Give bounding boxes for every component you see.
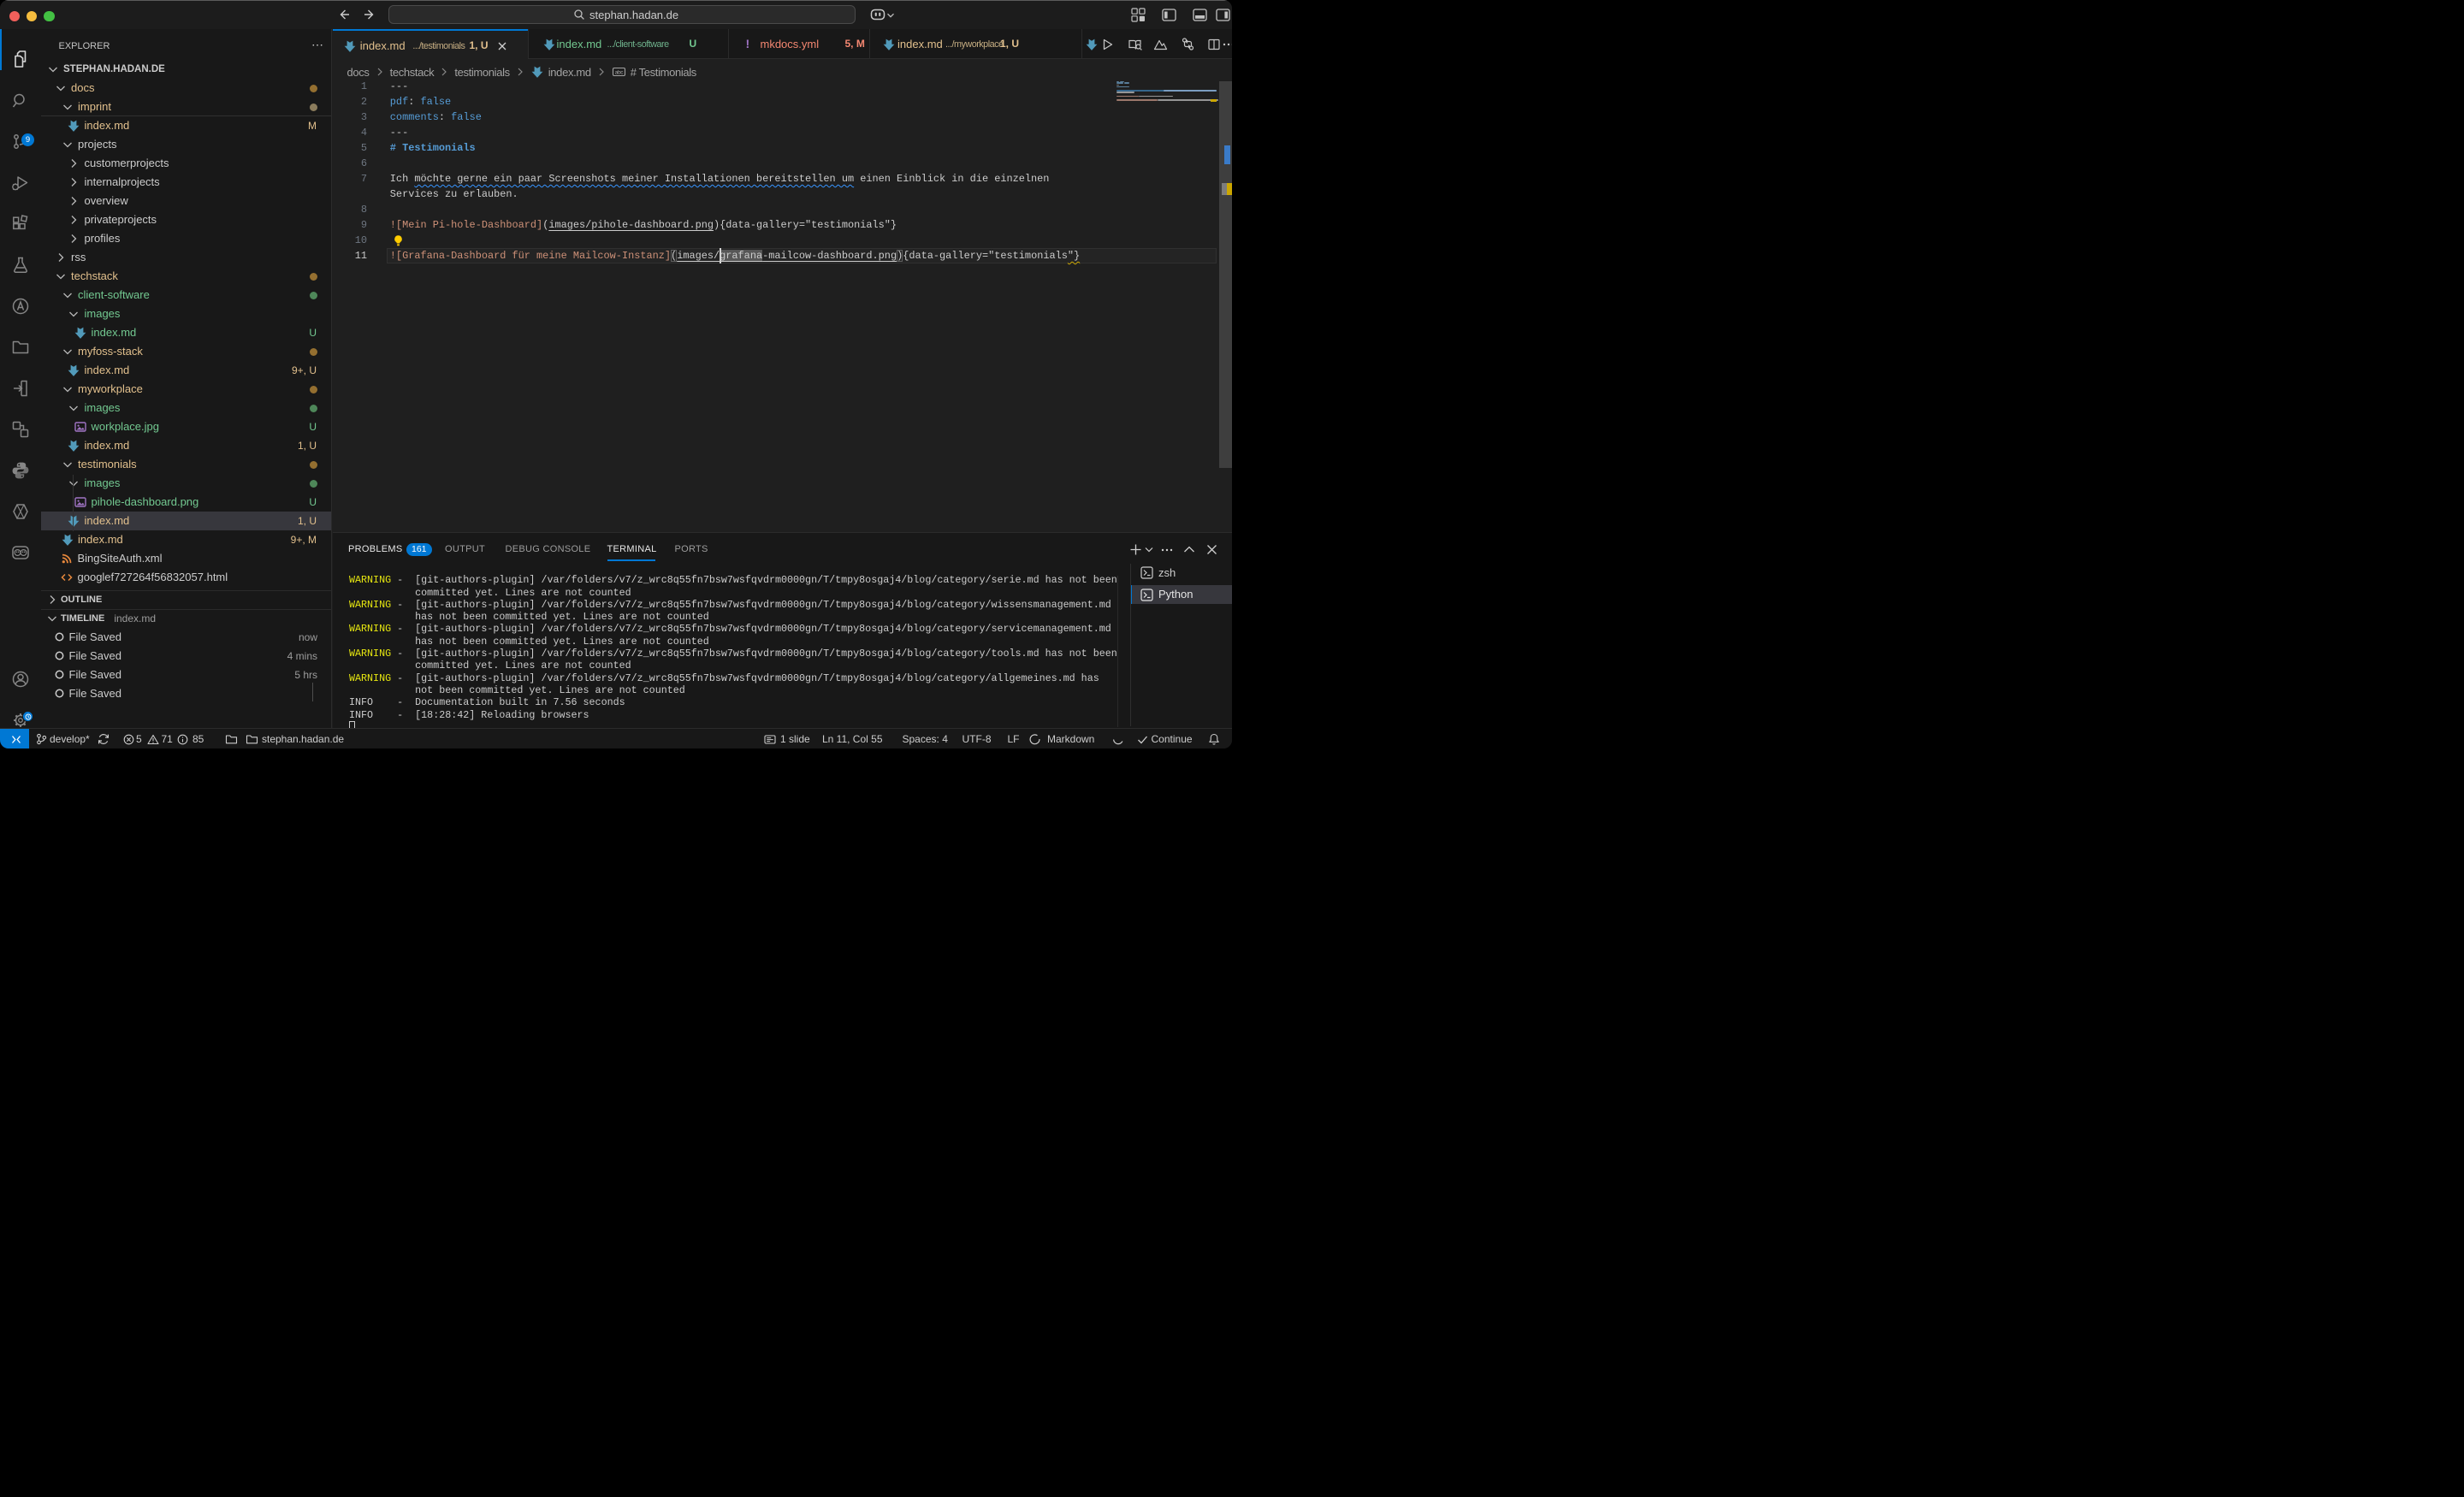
svg-text:abc: abc	[615, 69, 625, 75]
